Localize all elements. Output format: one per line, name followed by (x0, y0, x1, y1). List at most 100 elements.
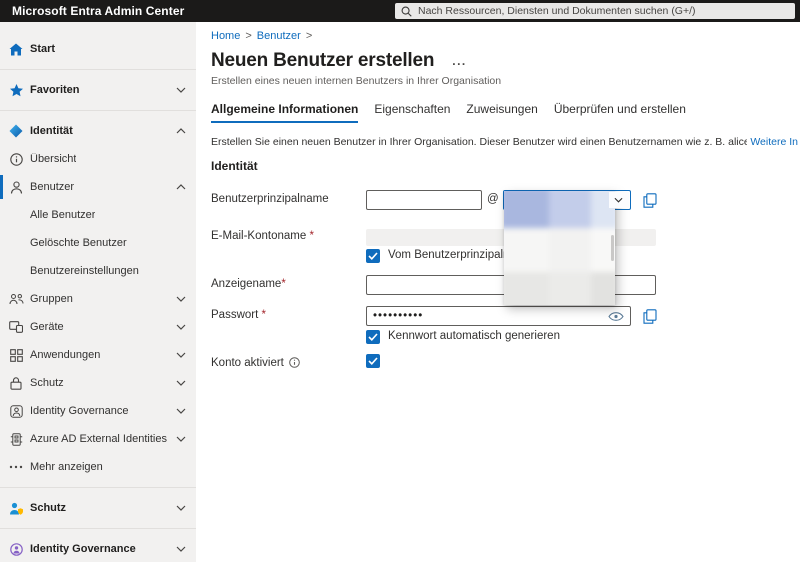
sidebar-item-identitaet[interactable]: Identität (0, 117, 196, 145)
global-search[interactable] (395, 3, 795, 19)
at-separator: @ (487, 193, 499, 205)
sidebar-item-label: Identity Governance (30, 405, 129, 417)
page-subtitle: Erstellen eines neuen internen Benutzers… (211, 75, 502, 87)
account-enabled-label: Konto aktiviert (211, 354, 366, 369)
apps-grid-icon (8, 348, 24, 362)
search-input[interactable] (418, 5, 789, 17)
password-row: Passwort * (211, 306, 800, 326)
chevron-up-icon (172, 184, 186, 190)
sidebar-item-label: Gruppen (30, 293, 73, 305)
sidebar-item-benutzereinstellungen[interactable]: Benutzereinstellungen (0, 257, 196, 285)
copy-icon[interactable] (643, 309, 657, 324)
sidebar-item-label: Gelöschte Benutzer (30, 237, 127, 249)
search-icon (401, 6, 412, 17)
autogen-checkbox[interactable] (366, 330, 380, 344)
sidebar-item-anwendungen[interactable]: Anwendungen (0, 341, 196, 369)
page-title: Neuen Benutzer erstellen (211, 50, 435, 71)
label-spacer (211, 249, 366, 252)
sidebar-item-benutzer[interactable]: Benutzer (0, 173, 196, 201)
ellipsis-icon (8, 465, 24, 469)
sidebar-divider (0, 528, 196, 529)
email-label: E-Mail-Kontoname * (211, 230, 314, 242)
chevron-up-icon (172, 128, 186, 134)
people-icon (8, 293, 24, 305)
sidebar-item-favoriten[interactable]: Favoriten (0, 76, 196, 104)
sidebar-item-label: Mehr anzeigen (30, 461, 103, 473)
chevron-down-icon (172, 324, 186, 330)
breadcrumb-benutzer-link[interactable]: Benutzer (257, 30, 301, 42)
chevron-down-icon (172, 352, 186, 358)
breadcrumb: Home > Benutzer > (211, 30, 800, 42)
sidebar-item-mehr-anzeigen[interactable]: Mehr anzeigen (0, 453, 196, 481)
reveal-password-eye-icon[interactable] (608, 312, 624, 321)
sidebar-item-label: Favoriten (30, 84, 80, 96)
required-asterisk: * (309, 230, 314, 242)
sidebar-item-identity-governance-section[interactable]: Identity Governance (0, 535, 196, 562)
display-name-label: Anzeigename* (211, 278, 286, 290)
tab-allgemeine-informationen[interactable]: Allgemeine Informationen (211, 102, 359, 123)
autogen-checkbox-label[interactable]: Kennwort automatisch generieren (388, 330, 560, 342)
upn-label: Benutzerprinzipalname (211, 193, 329, 205)
wizard-tabs: Allgemeine Informationen Eigenschaften Z… (211, 102, 800, 123)
dropdown-scrollbar[interactable] (610, 235, 614, 261)
sidebar-item-schutz[interactable]: Schutz (0, 369, 196, 397)
star-icon (8, 83, 24, 97)
breadcrumb-separator: > (305, 30, 313, 42)
chevron-down-icon (172, 546, 186, 552)
label-spacer (211, 330, 366, 333)
sidebar-item-geloeschte-benutzer[interactable]: Gelöschte Benutzer (0, 229, 196, 257)
autogen-checkbox-row: Kennwort automatisch generieren (211, 330, 800, 344)
section-heading-identitaet: Identität (211, 159, 258, 173)
domain-select[interactable] (502, 190, 631, 305)
tab-eigenschaften[interactable]: Eigenschaften (374, 102, 450, 123)
password-input[interactable] (366, 306, 631, 326)
sidebar-item-alle-benutzer[interactable]: Alle Benutzer (0, 201, 196, 229)
derive-checkbox[interactable] (366, 249, 380, 263)
upn-row: Benutzerprinzipalname @ (211, 190, 800, 305)
blurred-dropdown-content (503, 191, 615, 305)
governance-circle-icon (8, 542, 24, 556)
app-title[interactable]: Microsoft Entra Admin Center (12, 4, 184, 18)
main-content: Home > Benutzer > Neuen Benutzer erstellen … (196, 22, 800, 562)
sidebar-item-label: Start (30, 43, 56, 55)
sidebar-item-gruppen[interactable]: Gruppen (0, 285, 196, 313)
info-tooltip-icon[interactable] (289, 357, 300, 368)
sidebar-item-geraete[interactable]: Geräte (0, 313, 196, 341)
domain-dropdown-panel[interactable] (503, 191, 615, 305)
copy-icon[interactable] (643, 193, 657, 208)
id-badge-icon (8, 404, 24, 418)
chevron-down-icon (172, 436, 186, 442)
required-asterisk: * (261, 309, 266, 321)
breadcrumb-separator: > (245, 30, 252, 42)
account-enabled-checkbox[interactable] (366, 354, 380, 368)
sidebar-item-label: Azure AD External Identities (30, 433, 167, 445)
sidebar-divider (0, 110, 196, 111)
breadcrumb-home-link[interactable]: Home (211, 30, 240, 42)
sidebar-item-schutz-section[interactable]: Schutz (0, 494, 196, 522)
password-field-wrap (366, 306, 631, 326)
sidebar-item-start[interactable]: Start (0, 35, 196, 63)
protection-person-icon (8, 502, 24, 515)
chevron-down-icon (172, 505, 186, 511)
learn-more-link[interactable]: Weitere In (750, 136, 798, 148)
tab-ueberpruefen-und-erstellen[interactable]: Überprüfen und erstellen (554, 102, 686, 123)
sidebar-item-label: Übersicht (30, 153, 77, 165)
sidebar-item-uebersicht[interactable]: Übersicht (0, 145, 196, 173)
upn-input[interactable] (366, 190, 482, 210)
home-icon (8, 43, 24, 56)
more-options-button[interactable]: ... (452, 54, 467, 68)
sidebar-item-label: Schutz (30, 502, 67, 514)
sidebar-divider (0, 487, 196, 488)
chevron-down-icon (172, 296, 186, 302)
sidebar-item-identity-governance[interactable]: Identity Governance (0, 397, 196, 425)
sidebar-item-label: Identity Governance (30, 543, 136, 555)
tab-zuweisungen[interactable]: Zuweisungen (466, 102, 537, 123)
selected-indicator (0, 175, 3, 199)
sidebar-item-label: Alle Benutzer (30, 209, 96, 221)
sidebar-nav: Start Favoriten Identität Übersicht Benu… (0, 22, 196, 562)
sidebar-item-label: Benutzer (30, 181, 75, 193)
chevron-down-icon (172, 380, 186, 386)
sidebar-item-label: Anwendungen (30, 349, 101, 361)
required-asterisk: * (281, 278, 286, 290)
sidebar-item-azure-ad-external-identities[interactable]: Azure AD External Identities (0, 425, 196, 453)
